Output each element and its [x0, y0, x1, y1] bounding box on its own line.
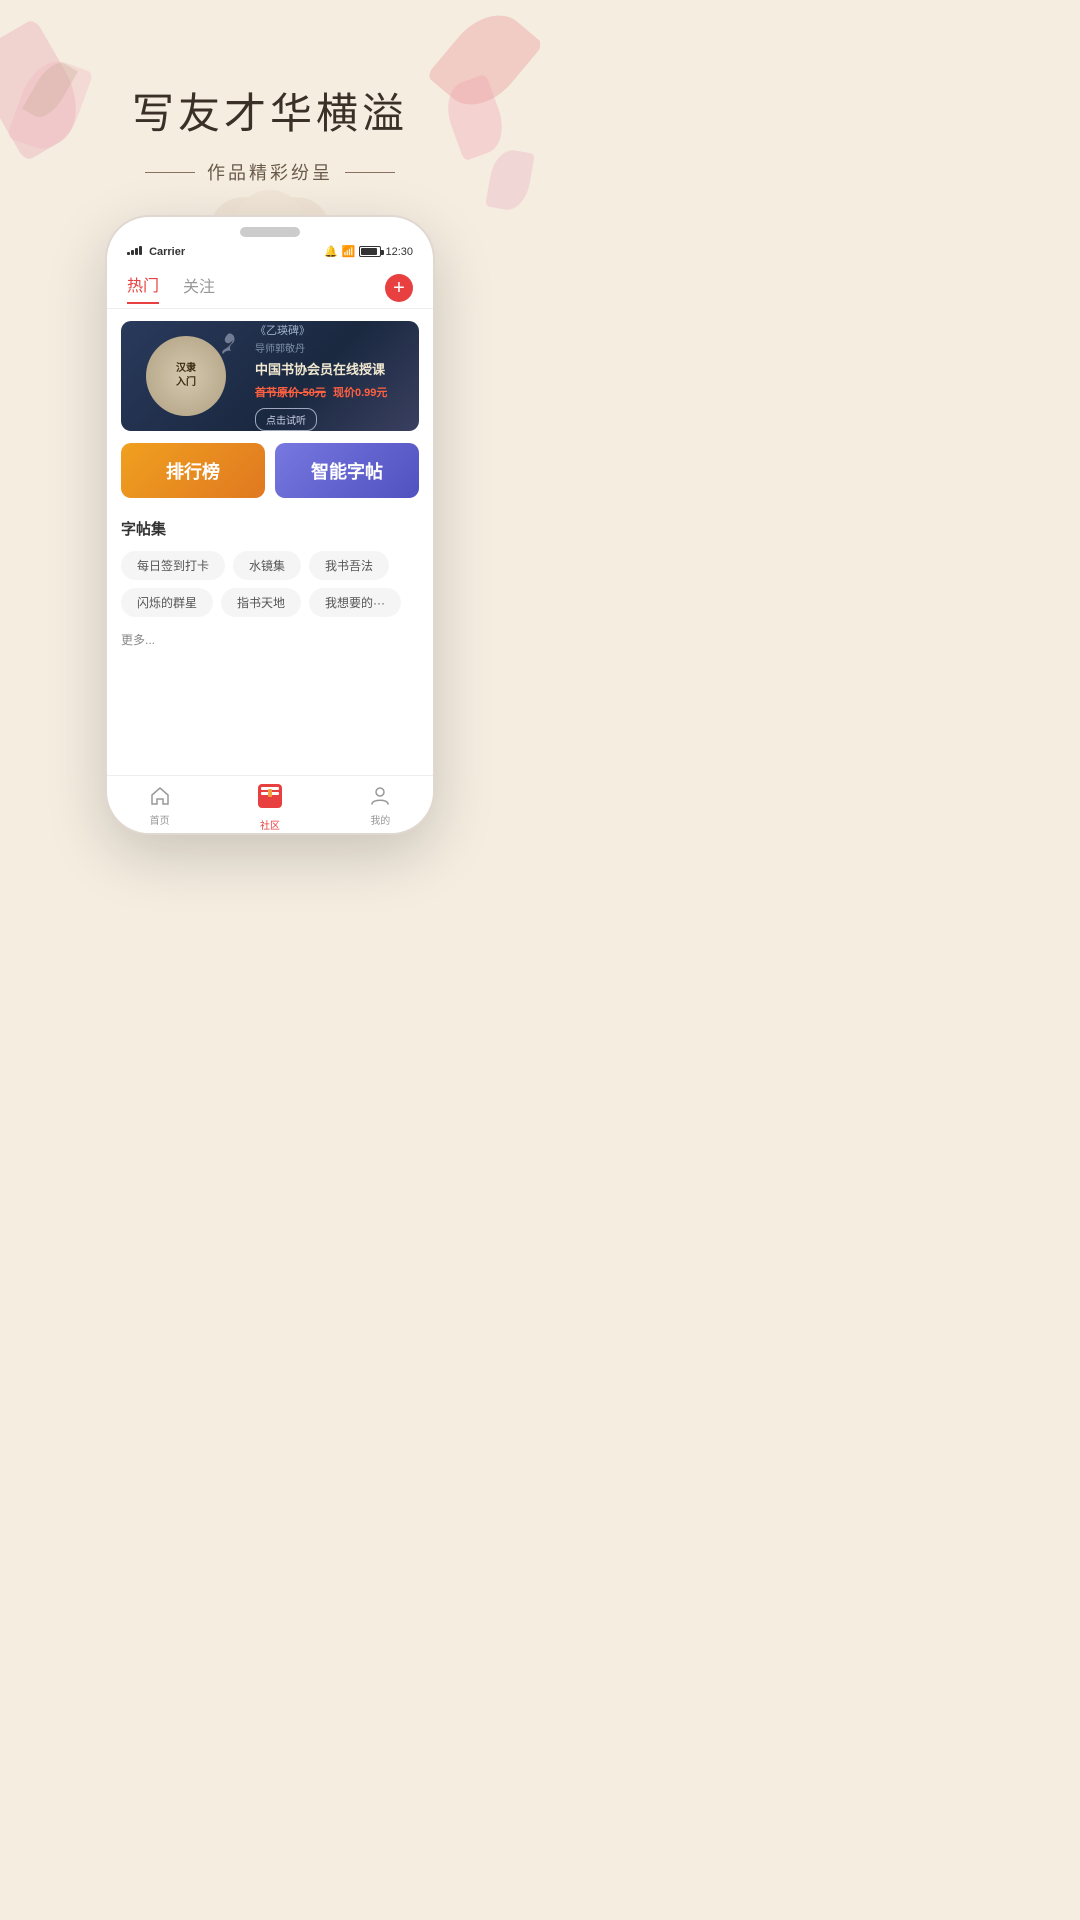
battery-icon: [359, 246, 381, 257]
banner-circle-text: 汉隶 入门: [176, 362, 196, 390]
banner-price: 首节原价-50元 现价0.99元: [255, 384, 407, 400]
community-icon: [251, 777, 289, 815]
banner-left: 汉隶 入门: [121, 321, 251, 431]
bell-icon: 🔔: [324, 245, 338, 258]
banner-course-title: 中国书协会员在线授课: [255, 359, 407, 378]
tag-my-calligraphy[interactable]: 我书吾法: [309, 551, 389, 580]
header-subtitle: 作品精彩纷呈: [207, 159, 333, 185]
tag-daily-checkin[interactable]: 每日签到打卡: [121, 551, 225, 580]
header-subtitle-row: 作品精彩纷呈: [0, 159, 540, 185]
phone-content: 汉隶 入门 《乙瑛碑》 导师郭敬丹 中国书协会员在线授课 首节原价-50元: [107, 309, 433, 825]
phone-wrapper: Carrier 🔔 📶 12:30 热门 关注 +: [0, 215, 540, 835]
tag-shining-stars[interactable]: 闪烁的群星: [121, 588, 213, 617]
tab-hot[interactable]: 热门: [127, 272, 159, 304]
banner-circle-line1: 汉隶: [176, 362, 196, 376]
profile-icon: [366, 782, 394, 810]
tab-add-button[interactable]: +: [385, 274, 413, 302]
nav-profile[interactable]: 我的: [366, 782, 394, 827]
banner-right: 《乙瑛碑》 导师郭敬丹 中国书协会员在线授课 首节原价-50元 现价0.99元 …: [251, 321, 419, 431]
banner-book-title: 《乙瑛碑》: [255, 322, 407, 338]
nav-community[interactable]: 社区: [251, 777, 289, 832]
banner-original-price: 首节原价-50元: [255, 387, 326, 399]
tag-my-wishes[interactable]: 我想要的···: [309, 588, 401, 617]
nav-home[interactable]: 首页: [146, 782, 174, 827]
tab-follow[interactable]: 关注: [183, 273, 215, 303]
banner-teacher: 导师郭敬丹: [255, 340, 407, 355]
signal-bar-3: [135, 248, 138, 255]
copybook-section-title: 字帖集: [107, 508, 433, 547]
home-icon: [146, 782, 174, 810]
status-bar: Carrier 🔔 📶 12:30: [107, 217, 433, 264]
phone-notch: [240, 227, 300, 237]
tag-finger-calligraphy[interactable]: 指书天地: [221, 588, 301, 617]
phone-frame: Carrier 🔔 📶 12:30 热门 关注 +: [105, 215, 435, 835]
signal-bar-2: [131, 250, 134, 255]
carrier-text: Carrier: [149, 246, 185, 258]
banner[interactable]: 汉隶 入门 《乙瑛碑》 导师郭敬丹 中国书协会员在线授课 首节原价-50元: [121, 321, 419, 431]
banner-try-button[interactable]: 点击试听: [255, 408, 317, 431]
status-right: 🔔 📶 12:30: [324, 245, 413, 258]
tag-more[interactable]: 更多...: [121, 625, 155, 654]
crane-icon: [213, 329, 243, 359]
banner-circle-line2: 入门: [176, 376, 196, 390]
signal-bar-1: [127, 252, 130, 255]
wifi-icon: 📶: [342, 245, 356, 258]
header-section: 写友才华横溢 作品精彩纷呈: [0, 0, 540, 185]
nav-profile-label: 我的: [370, 812, 390, 827]
signal-icon: [127, 246, 142, 255]
battery-fill: [361, 248, 377, 255]
time-label: 12:30: [385, 246, 413, 258]
smart-copybook-button[interactable]: 智能字帖: [275, 443, 419, 498]
carrier-label: Carrier: [127, 246, 185, 258]
dash-left: [145, 172, 195, 173]
nav-home-label: 首页: [150, 812, 170, 827]
bottom-nav: 首页 社区: [107, 775, 433, 833]
nav-community-label: 社区: [260, 817, 280, 832]
copybook-tags-grid: 每日签到打卡 水镜集 我书吾法 闪烁的群星 指书天地 我想要的··· 更多...: [107, 547, 433, 658]
banner-current-price: 现价0.99元: [333, 387, 387, 399]
signal-bar-4: [139, 246, 142, 255]
action-buttons-row: 排行榜 智能字帖: [121, 443, 419, 498]
dash-right: [345, 172, 395, 173]
tag-water-mirror[interactable]: 水镜集: [233, 551, 301, 580]
header-title: 写友才华横溢: [0, 80, 540, 141]
tab-bar: 热门 关注 +: [107, 264, 433, 309]
ranking-button[interactable]: 排行榜: [121, 443, 265, 498]
